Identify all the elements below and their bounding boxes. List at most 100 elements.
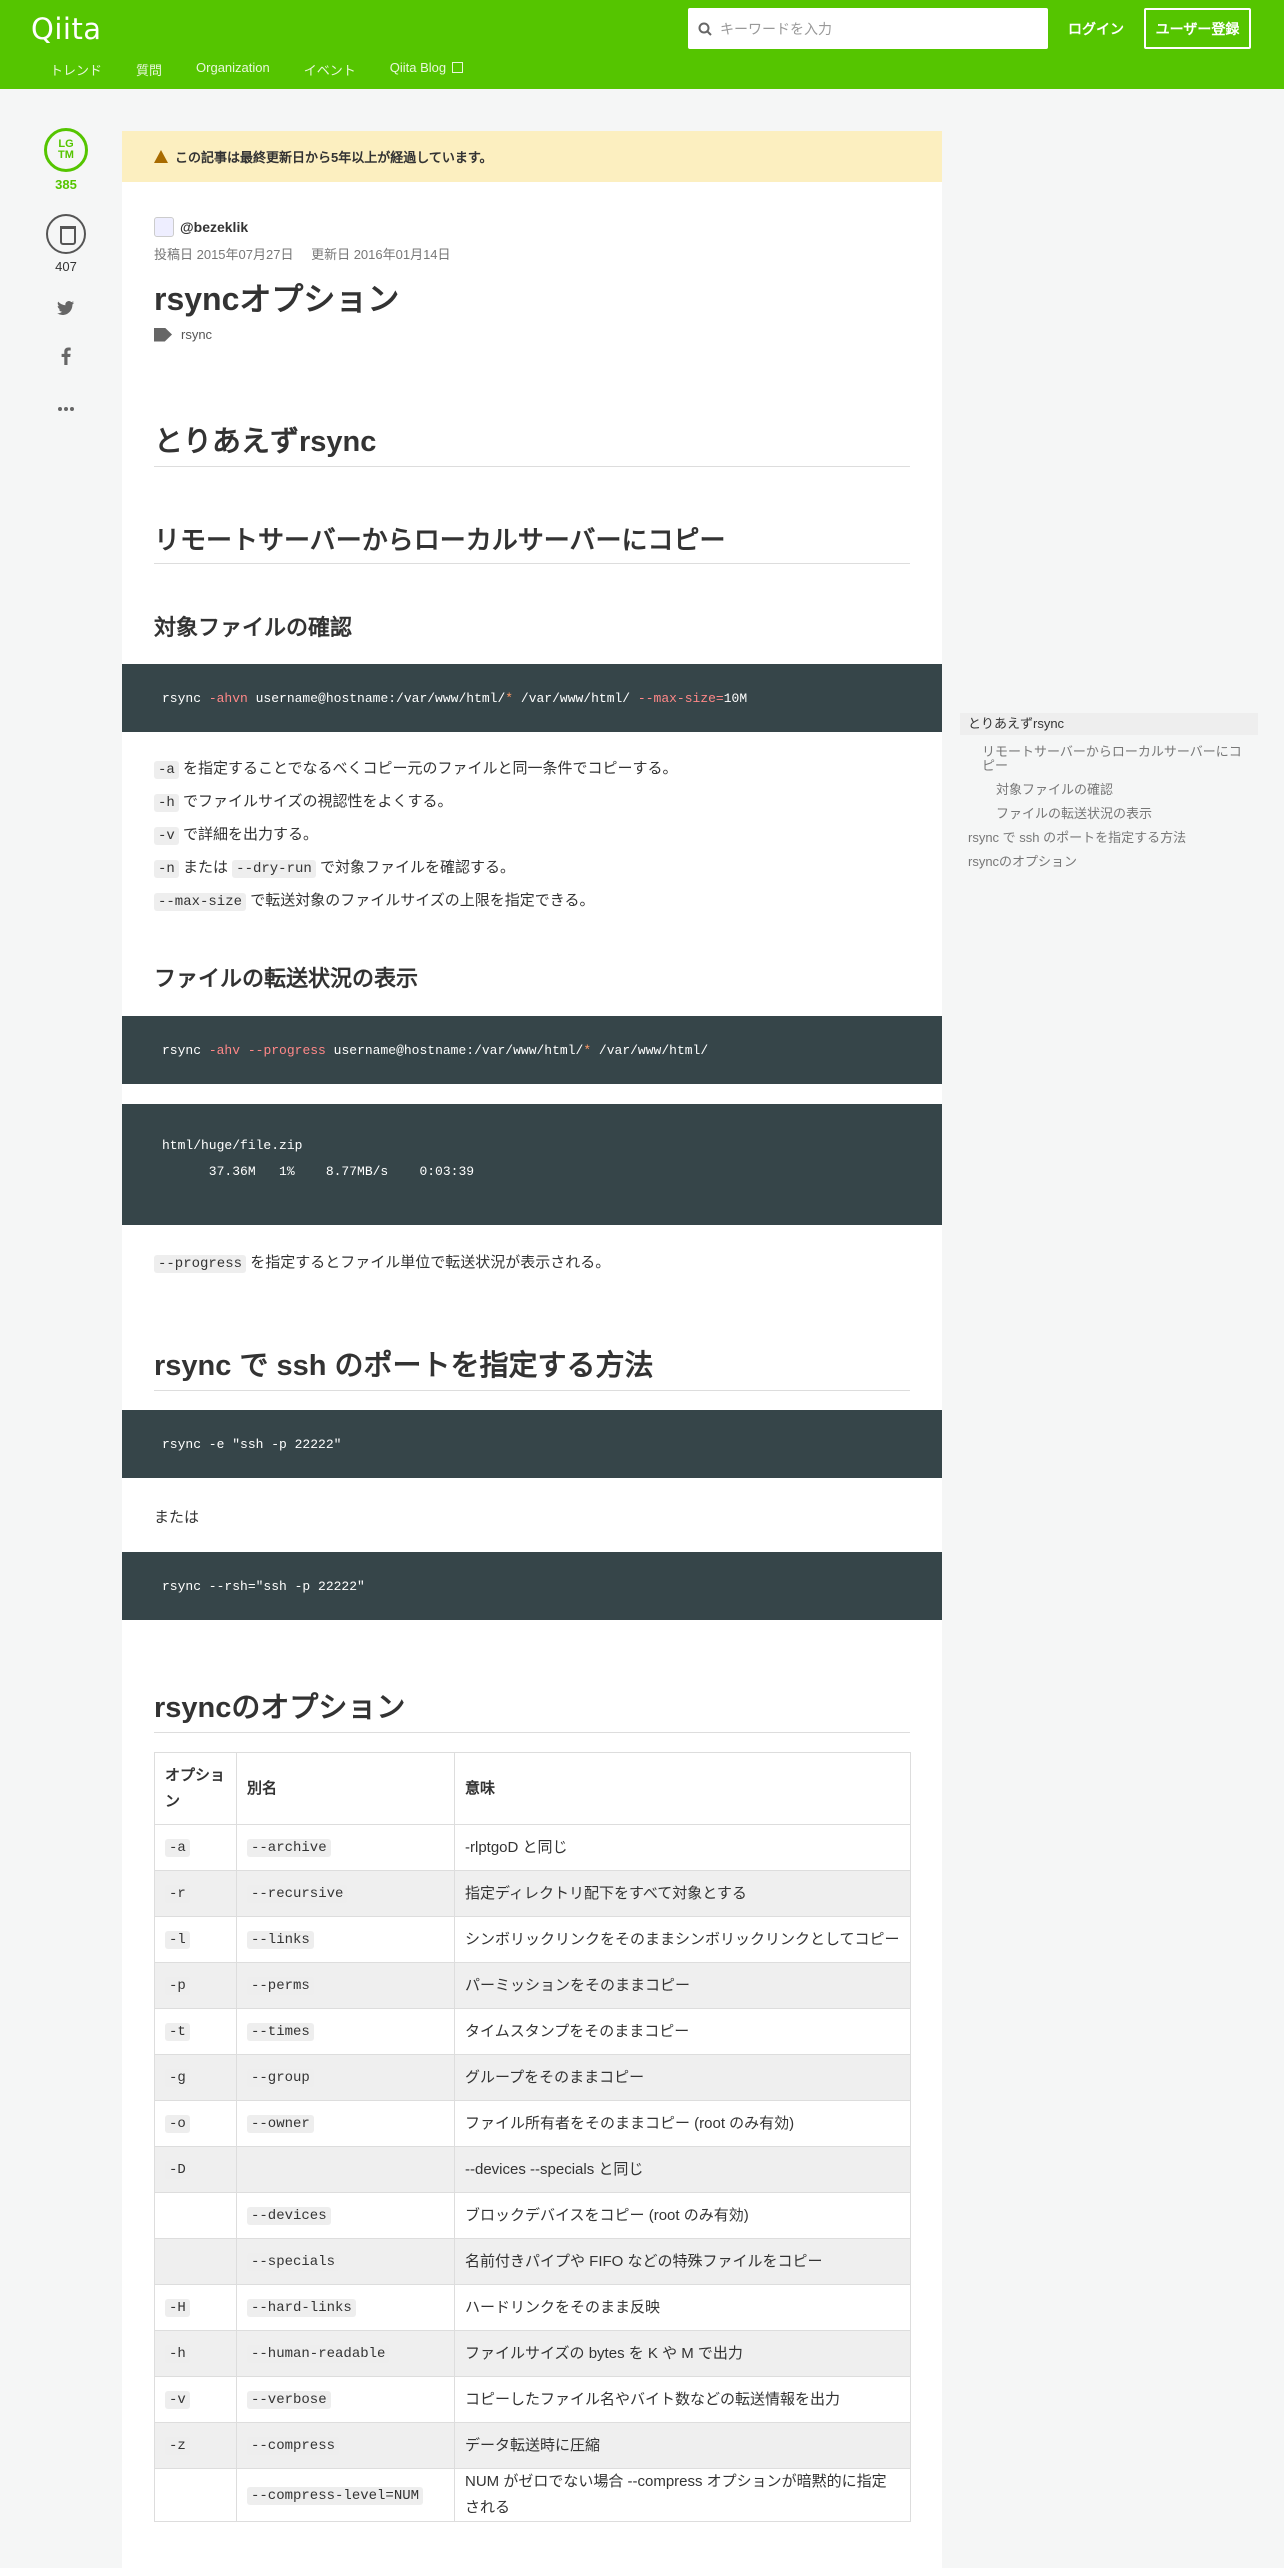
author-name: @bezeklik [180, 219, 249, 235]
inline-code: --recursive [247, 1885, 348, 1903]
table-row: -r --recursive 指定ディレクトリ配下をすべて対象とする [154, 1870, 911, 1917]
toc-item[interactable]: ファイルの転送状況の表示 [960, 807, 1258, 821]
nav-organization[interactable]: Organization [196, 60, 270, 79]
table-row: -D --devices --specials と同じ [154, 2146, 911, 2193]
inline-code: -H [165, 2299, 190, 2317]
meaning-cell: --devices --specials と同じ [454, 2146, 911, 2193]
nav-qiita-blog[interactable]: Qiita Blog [390, 60, 464, 79]
meaning-cell: ファイルサイズの bytes を K や M で出力 [454, 2330, 911, 2377]
table-of-contents: とりあえずrsync リモートサーバーからローカルサーバーにコピー 対象ファイル… [960, 713, 1258, 879]
code-block-check: rsync -ahvn username@hostname:/var/www/h… [122, 664, 942, 732]
alias-cell: --perms [236, 1962, 455, 2009]
option-cell [154, 2192, 237, 2239]
option-cell: -o [154, 2100, 237, 2147]
qiita-logo[interactable]: Qiita [31, 12, 102, 46]
updated-date: 更新日 2016年01月14日 [311, 247, 451, 262]
author[interactable]: @bezeklik [154, 217, 248, 237]
inline-code: --perms [247, 1977, 314, 1995]
twitter-icon[interactable] [44, 300, 88, 321]
table-row: -l --links シンボリックリンクをそのままシンボリックリンクとしてコピー [154, 1916, 911, 1963]
inline-code: -v [165, 2391, 190, 2409]
toc-item[interactable]: rsyncのオプション [960, 855, 1258, 869]
nav-questions[interactable]: 質問 [136, 60, 162, 79]
more-options-icon[interactable] [44, 396, 88, 417]
article-title: rsyncオプション [154, 281, 400, 317]
inline-code: --archive [247, 1839, 331, 1857]
option-cell [154, 2468, 237, 2522]
inline-code: --owner [247, 2115, 314, 2133]
stock-button[interactable] [46, 214, 86, 254]
output-line: 37.36M 1% 8.77MB/s 0:03:39 [162, 1163, 475, 1179]
table-row: -a --archive -rlptgoD と同じ [154, 1824, 911, 1871]
meaning-cell: コピーしたファイル名やバイト数などの転送情報を出力 [454, 2376, 911, 2423]
option-cell: -v [154, 2376, 237, 2423]
inline-code: -r [165, 1885, 190, 1903]
lgtm-button[interactable]: LG TM [44, 128, 88, 172]
alias-cell: --compress-level=NUM [236, 2468, 455, 2522]
external-link-icon [452, 62, 464, 73]
meaning-cell: ハードリンクをそのまま反映 [454, 2284, 911, 2331]
alias-cell: --devices [236, 2192, 455, 2239]
search-input[interactable] [720, 20, 1020, 37]
lgtm-count: 385 [55, 177, 77, 192]
heading-ssh-port: rsync で ssh のポートを指定する方法 [154, 1342, 910, 1391]
meaning-cell: グループをそのままコピー [454, 2054, 911, 2101]
list-text: で対象ファイルを確認する。 [319, 859, 515, 876]
code-text: /var/www/html/ [591, 1042, 709, 1058]
inline-code: --specials [247, 2253, 340, 2271]
nav-trend[interactable]: トレンド [50, 60, 102, 79]
inline-code: --max-size [154, 893, 247, 911]
inline-code: -n [154, 860, 179, 878]
facebook-icon[interactable] [44, 347, 88, 370]
col-option: オプション [154, 1752, 237, 1825]
table-row: --compress-level=NUM NUM がゼロでない場合 --compr… [154, 2468, 911, 2522]
table-row: -h --human-readable ファイルサイズの bytes を K や M… [154, 2330, 911, 2377]
alias-cell: --times [236, 2008, 455, 2055]
para-text: を指定するとファイル単位で転送状況が表示される。 [250, 1254, 611, 1271]
option-cell: -H [154, 2284, 237, 2331]
code-block-progress: rsync -ahv --progress username@hostname:… [122, 1016, 942, 1084]
nav-events[interactable]: イベント [304, 60, 356, 79]
option-cell: -z [154, 2422, 237, 2469]
signup-button[interactable]: ユーザー登録 [1144, 8, 1251, 49]
search-box[interactable] [688, 8, 1048, 49]
list-item: -n または --dry-run で対象ファイルを確認する。 [154, 852, 678, 885]
toc-item[interactable]: リモートサーバーからローカルサーバーにコピー [960, 745, 1258, 773]
col-alias: 別名 [236, 1752, 455, 1825]
toc-item[interactable]: 対象ファイルの確認 [960, 783, 1258, 797]
code-text: rsync [162, 690, 209, 706]
code-glob: * [583, 1042, 592, 1058]
code-option: -ahv [208, 1042, 241, 1058]
login-link[interactable]: ログイン [1068, 19, 1124, 39]
code-option: --max-size= [637, 690, 724, 706]
warning-text: この記事は最終更新日から5年以上が経過しています。 [175, 150, 493, 165]
toc-item[interactable]: rsync で ssh のポートを指定する方法 [960, 831, 1258, 845]
list-text: で転送対象のファイルサイズの上限を指定できる。 [250, 892, 595, 909]
inline-code: --human-readable [247, 2345, 390, 2363]
inline-code: -o [165, 2115, 190, 2133]
alias-cell: --verbose [236, 2376, 455, 2423]
code-text: username@hostname:/var/www/html/ [325, 1042, 584, 1058]
alias-cell: --human-readable [236, 2330, 455, 2377]
alias-cell: --links [236, 1916, 455, 1963]
tag-rsync[interactable]: rsync [181, 327, 212, 342]
code-text: rsync [162, 1042, 209, 1058]
options-table: オプション 別名 意味 -a --archive -rlptgoD と同じ -r --r… [154, 1752, 911, 2522]
inline-code: -a [165, 1839, 190, 1857]
meaning-cell: パーミッションをそのままコピー [454, 1962, 911, 2009]
toc-item[interactable]: とりあえずrsync [960, 713, 1258, 735]
article-body: この記事は最終更新日から5年以上が経過しています。 @bezeklik 投稿日 … [122, 131, 942, 2568]
alias-cell [236, 2146, 455, 2193]
alias-cell: --archive [236, 1824, 455, 1871]
option-cell [154, 2238, 237, 2285]
code-block-ssh-rsh: rsync --rsh="ssh -p 22222" [122, 1552, 942, 1620]
meaning-cell: データ転送時に圧縮 [454, 2422, 911, 2469]
meaning-cell: 名前付きパイプや FIFO などの特殊ファイルをコピー [454, 2238, 911, 2285]
option-cell: -r [154, 1870, 237, 1917]
output-line: html/huge/file.zip [162, 1137, 303, 1153]
inline-code: -D [165, 2161, 190, 2179]
list-text: または [182, 859, 228, 876]
global-nav: トレンド 質問 Organization イベント Qiita Blog [50, 60, 497, 79]
list-item: -h でファイルサイズの視認性をよくする。 [154, 786, 678, 819]
